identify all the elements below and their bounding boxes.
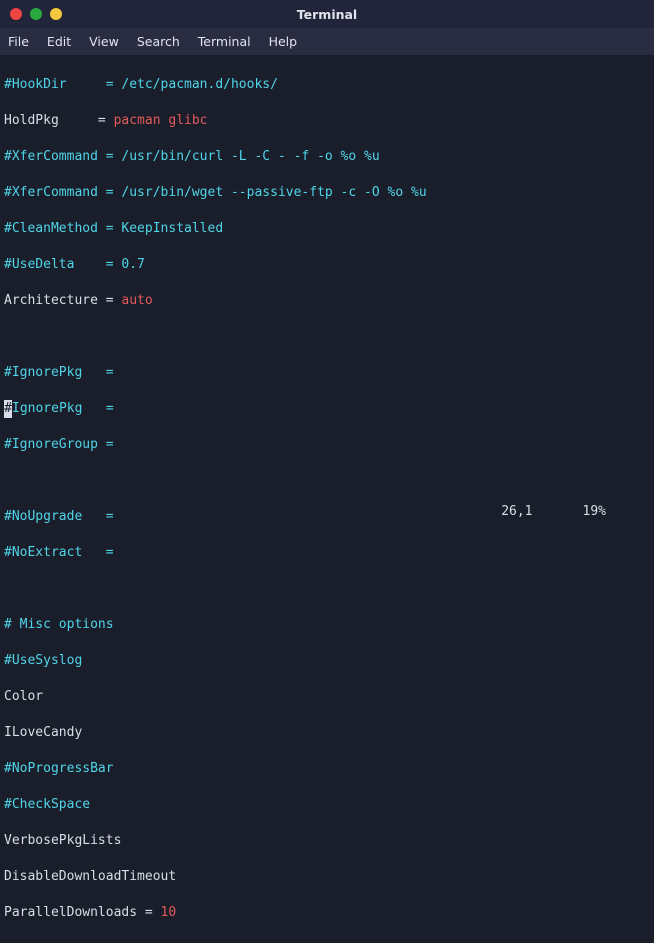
maximize-icon[interactable] — [50, 8, 62, 20]
minimize-icon[interactable] — [30, 8, 42, 20]
comment-text: # Misc options — [4, 617, 114, 632]
config-line: #XferCommand = /usr/bin/wget --passive-f… — [4, 184, 650, 202]
config-line: #IgnorePkg = — [4, 364, 650, 382]
window-title: Terminal — [297, 7, 357, 22]
cursor: # — [4, 400, 12, 418]
value-text: KeepInstalled — [121, 221, 223, 236]
config-line: HoldPkg = pacman glibc — [4, 112, 650, 130]
config-line: Architecture = auto — [4, 292, 650, 310]
key-text: #UseDelta = — [4, 257, 121, 272]
titlebar: Terminal — [0, 0, 654, 28]
menu-file[interactable]: File — [8, 34, 29, 49]
key-text: #HookDir = — [4, 77, 121, 92]
comment-text: #CheckSpace — [4, 797, 90, 812]
menu-view[interactable]: View — [89, 34, 119, 49]
config-line: #UseSyslog — [4, 652, 650, 670]
config-line: #HookDir = /etc/pacman.d/hooks/ — [4, 76, 650, 94]
value-text: /usr/bin/curl -L -C - -f -o %o %u — [121, 149, 379, 164]
menubar: File Edit View Search Terminal Help — [0, 28, 654, 55]
editor-area[interactable]: #HookDir = /etc/pacman.d/hooks/ HoldPkg … — [0, 55, 654, 943]
blank-line — [4, 580, 650, 598]
key-text: Architecture = — [4, 293, 121, 308]
config-line: Color — [4, 688, 650, 706]
config-line: #NoProgressBar — [4, 760, 650, 778]
config-line: VerbosePkgLists — [4, 832, 650, 850]
key-text: ParallelDownloads = — [4, 905, 161, 920]
scroll-percent: 19% — [583, 504, 606, 519]
menu-help[interactable]: Help — [269, 34, 298, 49]
config-line: #IgnoreGroup = — [4, 436, 650, 454]
value-text: 0.7 — [121, 257, 144, 272]
key-text: #XferCommand = — [4, 185, 121, 200]
option-text: DisableDownloadTimeout — [4, 869, 176, 884]
menu-edit[interactable]: Edit — [47, 34, 71, 49]
config-line: DisableDownloadTimeout — [4, 868, 650, 886]
value-text: /usr/bin/wget --passive-ftp -c -O %o %u — [121, 185, 426, 200]
key-text: HoldPkg = — [4, 113, 114, 128]
option-text: Color — [4, 689, 43, 704]
value-text: /etc/pacman.d/hooks/ — [121, 77, 278, 92]
option-text: ILoveCandy — [4, 725, 82, 740]
key-text: #XferCommand = — [4, 149, 121, 164]
blank-line — [4, 328, 650, 346]
config-line: #UseDelta = 0.7 — [4, 256, 650, 274]
value-text: auto — [121, 293, 152, 308]
traffic-lights — [0, 8, 62, 20]
blank-line — [4, 472, 650, 490]
comment-text: #IgnorePkg = — [4, 365, 114, 380]
cursor-position: 26,1 — [501, 504, 532, 519]
config-line: #NoExtract = — [4, 544, 650, 562]
key-text: #CleanMethod = — [4, 221, 121, 236]
comment-text: #IgnoreGroup = — [4, 437, 114, 452]
config-line: #CheckSpace — [4, 796, 650, 814]
value-text: 10 — [161, 905, 177, 920]
config-line: ILoveCandy — [4, 724, 650, 742]
comment-text: #NoExtract = — [4, 545, 114, 560]
statusbar: 26,1 19% — [501, 504, 654, 519]
config-line: # Misc options — [4, 616, 650, 634]
config-line: ParallelDownloads = 10 — [4, 904, 650, 922]
value-text: pacman glibc — [114, 113, 208, 128]
config-line: #XferCommand = /usr/bin/curl -L -C - -f … — [4, 148, 650, 166]
menu-terminal[interactable]: Terminal — [198, 34, 251, 49]
config-line: #CleanMethod = KeepInstalled — [4, 220, 650, 238]
comment-text: #NoUpgrade = — [4, 509, 114, 524]
menu-search[interactable]: Search — [137, 34, 180, 49]
comment-text: IgnorePkg = — [12, 401, 114, 416]
comment-text: #UseSyslog — [4, 653, 82, 668]
comment-text: #NoProgressBar — [4, 761, 114, 776]
option-text: VerbosePkgLists — [4, 833, 121, 848]
close-icon[interactable] — [10, 8, 22, 20]
config-line-cursor: #IgnorePkg = — [4, 400, 650, 418]
